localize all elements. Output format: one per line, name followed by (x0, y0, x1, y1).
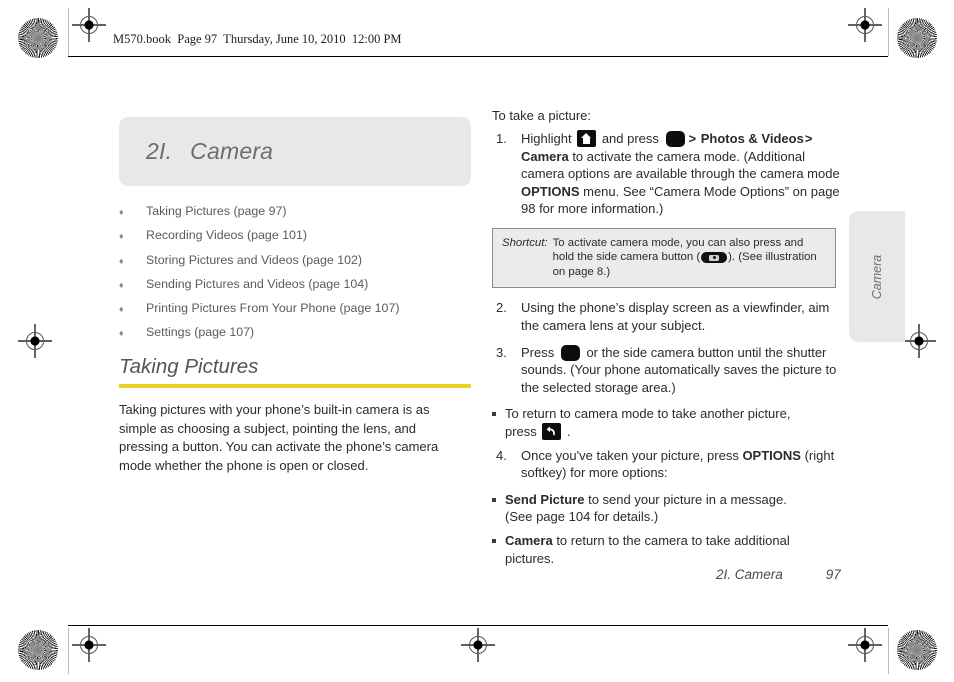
shortcut-text: To activate camera mode, you can also pr… (553, 236, 825, 280)
menu-photos-videos: Photos & Videos (700, 131, 804, 146)
registration-star-top-right (897, 18, 937, 58)
substep-text-part: . (563, 423, 571, 439)
section-accent-rule (119, 384, 471, 389)
footer-divider-rule (68, 625, 888, 626)
list-item[interactable]: ♦ Printing Pictures From Your Phone (pag… (119, 301, 471, 315)
home-key-icon (577, 130, 597, 147)
option-name: Send Picture (505, 492, 585, 508)
step-3: 3. Press or the side camera button until… (492, 344, 844, 397)
step-text-part: Highlight (521, 131, 576, 146)
ok-key-icon (665, 131, 685, 147)
list-item[interactable]: ♦ Settings (page 107) (119, 325, 471, 339)
book-header-text: M570.book Page 97 Thursday, June 10, 201… (113, 32, 402, 46)
shortcut-label: Shortcut: (502, 236, 548, 249)
chapter-number: 2I. (146, 138, 173, 164)
section-paragraph: Taking pictures with your phone’s built-… (119, 402, 439, 473)
manual-page: M570.book Page 97 Thursday, June 10, 201… (0, 0, 954, 682)
procedure-steps-final: 4. Once you've taken your picture, press… (492, 447, 844, 482)
list-item[interactable]: ♦ Taking Pictures (page 97) (119, 204, 471, 218)
list-item[interactable]: ♦ Sending Pictures and Videos (page 104) (119, 277, 471, 291)
section-heading: Taking Pictures (119, 355, 259, 379)
registration-crosshair-bottom-right (848, 628, 882, 662)
menu-options: OPTIONS (521, 183, 580, 199)
registration-crosshair-top-right (848, 8, 882, 42)
step-text-part: and press (598, 131, 663, 146)
toc-label: Recording Videos (page 101) (146, 228, 307, 243)
registration-crosshair-top-left (72, 8, 106, 42)
square-bullet-icon (492, 539, 496, 544)
registration-star-bottom-right (897, 630, 937, 670)
step-number: 2. (496, 300, 507, 316)
ok-key-icon (560, 344, 580, 361)
chapter-side-tab: Camera (849, 211, 905, 342)
trim-line-left (68, 8, 69, 56)
square-bullet-icon (492, 412, 496, 417)
square-bullet-icon (492, 498, 496, 503)
list-item: To return to camera mode to take another… (492, 405, 810, 440)
trim-line-left-bottom (68, 628, 69, 674)
trim-line-right-bottom (888, 628, 889, 674)
procedure-steps: 1. Highlight and press > Photos & Videos… (492, 130, 844, 218)
list-item: Send Picture to send your picture in a m… (492, 491, 810, 525)
registration-star-top-left (18, 18, 58, 58)
step-2: 2. Using the phone’s display screen as a… (492, 299, 844, 334)
step-text: Using the phone’s display screen as a vi… (521, 300, 830, 334)
procedure-lead: To take a picture: (492, 108, 591, 123)
diamond-bullet-icon: ♦ (119, 279, 124, 290)
list-item[interactable]: ♦ Recording Videos (page 101) (119, 228, 471, 242)
step-number: 4. (496, 447, 507, 463)
registration-crosshair-bottom-center (461, 628, 495, 662)
diamond-bullet-icon: ♦ (119, 207, 124, 217)
side-tab-label: Camera (870, 254, 884, 299)
step-number: 1. (496, 131, 507, 146)
side-camera-button-icon (701, 252, 728, 264)
step-3-substeps: To return to camera mode to take another… (492, 405, 810, 440)
toc-label: Printing Pictures From Your Phone (page … (146, 301, 400, 316)
menu-options: OPTIONS (742, 447, 801, 463)
shortcut-callout: Shortcut: To activate camera mode, you c… (492, 227, 836, 289)
step-text-part: Once you've taken your picture, press (521, 447, 743, 463)
step-4-substeps: Send Picture to send your picture in a m… (492, 491, 810, 567)
diamond-bullet-icon: ♦ (119, 304, 124, 315)
diamond-bullet-icon: ♦ (119, 231, 124, 242)
chevron-right-icon: > (804, 131, 813, 146)
toc-label: Settings (page 107) (146, 325, 255, 340)
list-item[interactable]: ♦ Storing Pictures and Videos (page 102) (119, 253, 471, 267)
diamond-bullet-icon: ♦ (119, 255, 124, 266)
registration-star-bottom-left (18, 630, 58, 670)
right-column: To take a picture: 1. Highlight and pres… (492, 107, 844, 574)
registration-crosshair-bottom-left (72, 628, 106, 662)
trim-line-right (888, 8, 889, 56)
toc-label: Sending Pictures and Videos (page 104) (146, 276, 369, 291)
footer-page-number: 97 (825, 567, 841, 582)
procedure-steps-continued: 2. Using the phone’s display screen as a… (492, 299, 844, 396)
chapter-name: Camera (190, 138, 274, 164)
step-number: 3. (496, 344, 507, 360)
chevron-right-icon: > (688, 131, 697, 146)
registration-crosshair-right-middle (902, 324, 936, 358)
step-4: 4. Once you've taken your picture, press… (492, 447, 844, 482)
diamond-bullet-icon: ♦ (119, 328, 124, 339)
list-item: Camera to return to the camera to take a… (492, 532, 810, 566)
header-divider-rule (68, 56, 888, 57)
left-column: 2I. Camera ♦ Taking Pictures (page 97) ♦… (119, 117, 471, 475)
chapter-title-box: 2I. Camera (119, 117, 471, 186)
toc-label: Storing Pictures and Videos (page 102) (146, 252, 363, 267)
step-text-part: Press (521, 344, 558, 360)
menu-camera: Camera (521, 148, 569, 164)
footer-chapter: 2I. Camera (716, 567, 783, 582)
step-1: 1. Highlight and press > Photos & Videos… (492, 130, 844, 218)
page-footer: 2I. Camera 97 (716, 567, 841, 582)
step-text-part: to activate the camera mode. (Additional… (521, 148, 840, 182)
registration-crosshair-left-middle (18, 324, 52, 358)
back-key-icon (542, 422, 562, 440)
chapter-contents-list: ♦ Taking Pictures (page 97) ♦ Recording … (119, 204, 471, 339)
option-name: Camera (505, 533, 553, 549)
toc-label: Taking Pictures (page 97) (146, 204, 287, 218)
